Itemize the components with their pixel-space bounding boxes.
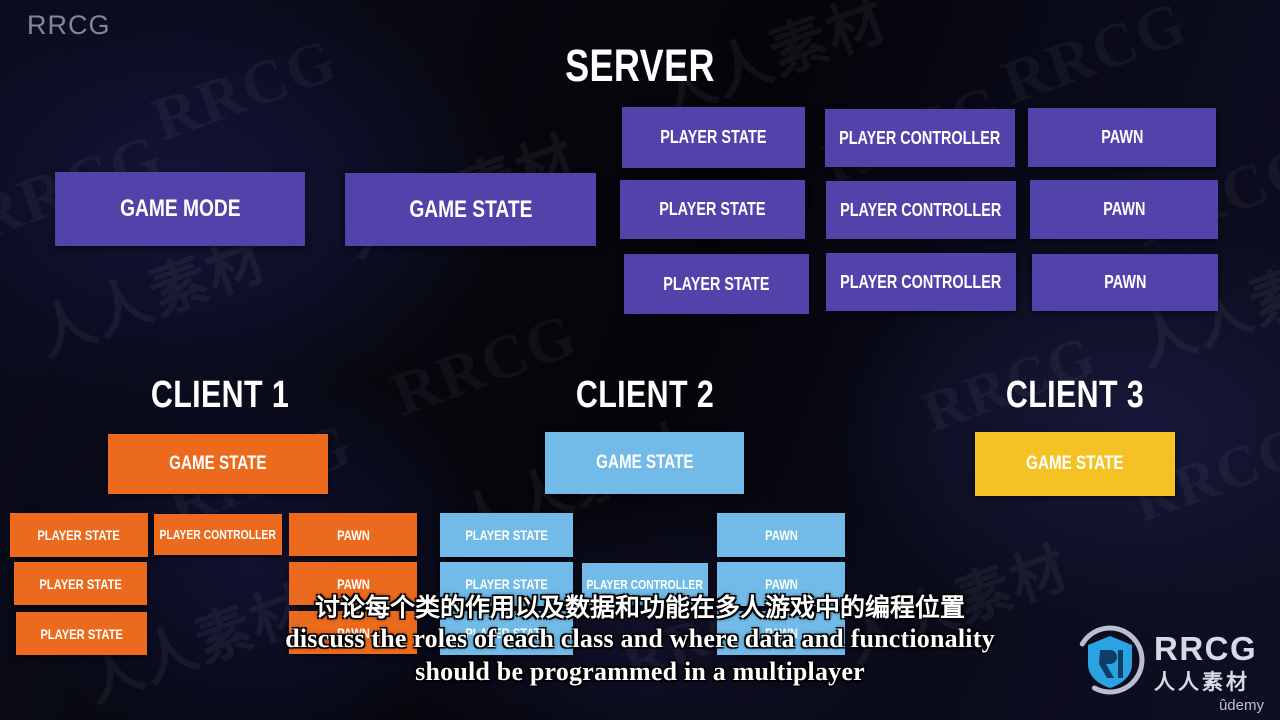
client2-player-controller-label: PLAYER CONTROLLER	[586, 576, 704, 592]
client2-player-state-label: PLAYER STATE	[465, 527, 548, 543]
client2-game-state-box[interactable]: GAME STATE	[545, 432, 744, 494]
client2-pawn-box[interactable]: PAWN	[717, 513, 845, 557]
platform-label: ûdemy	[1218, 697, 1264, 714]
server-pawn-box[interactable]: PAWN	[1032, 254, 1218, 311]
client2-game-state-label: GAME STATE	[595, 452, 694, 473]
server-pawn-label: PAWN	[1102, 199, 1146, 219]
client1-player-controller-label: PLAYER CONTROLLER	[159, 527, 277, 542]
server-player-controller-box[interactable]: PLAYER CONTROLLER	[825, 109, 1015, 167]
client1-pawn-box[interactable]: PAWN	[289, 513, 417, 556]
watermark: RRCG	[994, 0, 1197, 119]
server-player-controller-box[interactable]: PLAYER CONTROLLER	[826, 181, 1016, 239]
client1-pawn-box[interactable]: PAWN	[289, 562, 417, 605]
client2-pawn-label: PAWN	[764, 625, 798, 641]
client1-player-state-label: PLAYER STATE	[39, 575, 122, 592]
client3-game-state-box[interactable]: GAME STATE	[975, 432, 1175, 496]
server-player-state-box[interactable]: PLAYER STATE	[622, 107, 805, 168]
server-player-state-label: PLAYER STATE	[659, 199, 766, 219]
client2-pawn-box[interactable]: PAWN	[717, 611, 845, 655]
client1-game-state-box[interactable]: GAME STATE	[108, 434, 328, 494]
client2-pawn-box[interactable]: PAWN	[717, 562, 845, 606]
watermark: RRCG	[144, 25, 347, 157]
client2-player-state-label: PLAYER STATE	[465, 625, 548, 641]
brand-logo-cjk: 人人素材	[1154, 670, 1250, 694]
client2-player-state-box[interactable]: PLAYER STATE	[440, 562, 573, 606]
watermark-cjk: 人人素材	[837, 534, 1078, 676]
client2-pawn-label: PAWN	[764, 576, 798, 592]
server-player-state-label: PLAYER STATE	[663, 273, 770, 294]
server-player-state-label: PLAYER STATE	[660, 127, 767, 147]
client2-player-state-box[interactable]: PLAYER STATE	[440, 611, 573, 655]
client2-player-state-box[interactable]: PLAYER STATE	[440, 513, 573, 557]
client1-pawn-label: PAWN	[336, 624, 370, 641]
server-pawn-label: PAWN	[1103, 272, 1147, 292]
server-pawn-label: PAWN	[1100, 127, 1144, 147]
server-heading: SERVER	[565, 40, 715, 91]
server-game-mode-box[interactable]: GAME MODE	[55, 172, 305, 246]
server-pawn-box[interactable]: PAWN	[1028, 108, 1216, 167]
server-player-state-box[interactable]: PLAYER STATE	[620, 180, 805, 239]
client1-player-state-box[interactable]: PLAYER STATE	[16, 612, 147, 655]
client2-player-controller-box[interactable]: PLAYER CONTROLLER	[582, 563, 708, 605]
server-pawn-box[interactable]: PAWN	[1030, 180, 1218, 239]
server-player-state-box[interactable]: PLAYER STATE	[624, 254, 809, 314]
server-player-controller-label: PLAYER CONTROLLER	[840, 199, 1002, 220]
client2-pawn-label: PAWN	[764, 527, 798, 543]
client1-player-state-label: PLAYER STATE	[40, 625, 123, 642]
client1-game-state-label: GAME STATE	[169, 453, 267, 474]
server-game-mode-label: GAME MODE	[119, 195, 241, 222]
client1-player-state-box[interactable]: PLAYER STATE	[10, 513, 148, 557]
brand-watermark-top: RRCG	[27, 10, 111, 40]
client1-pawn-box[interactable]: PAWN	[289, 611, 417, 654]
client1-player-controller-box[interactable]: PLAYER CONTROLLER	[154, 514, 282, 555]
server-player-controller-label: PLAYER CONTROLLER	[839, 127, 1001, 148]
slide-canvas: RRCG RRCG RRCG RRCG RRCG RRCG RRCG RRCG …	[0, 0, 1280, 720]
client2-player-state-label: PLAYER STATE	[465, 576, 548, 592]
client1-pawn-label: PAWN	[336, 526, 370, 543]
client1-heading: CLIENT 1	[150, 374, 290, 416]
client3-heading: CLIENT 3	[1005, 374, 1145, 416]
brand-logo: RRCG 人人素材 ûdemy	[1066, 616, 1272, 714]
client2-heading: CLIENT 2	[575, 374, 715, 416]
client1-pawn-label: PAWN	[336, 575, 370, 592]
client3-game-state-label: GAME STATE	[1026, 453, 1124, 474]
client1-player-state-box[interactable]: PLAYER STATE	[14, 562, 147, 605]
brand-logo-text: RRCG	[1154, 630, 1258, 667]
server-player-controller-box[interactable]: PLAYER CONTROLLER	[826, 253, 1016, 311]
rrcg-shield-icon	[1074, 624, 1146, 696]
server-game-state-label: GAME STATE	[408, 195, 533, 223]
server-game-state-box[interactable]: GAME STATE	[345, 173, 596, 246]
client1-player-state-label: PLAYER STATE	[37, 527, 121, 543]
server-player-controller-label: PLAYER CONTROLLER	[840, 271, 1002, 292]
